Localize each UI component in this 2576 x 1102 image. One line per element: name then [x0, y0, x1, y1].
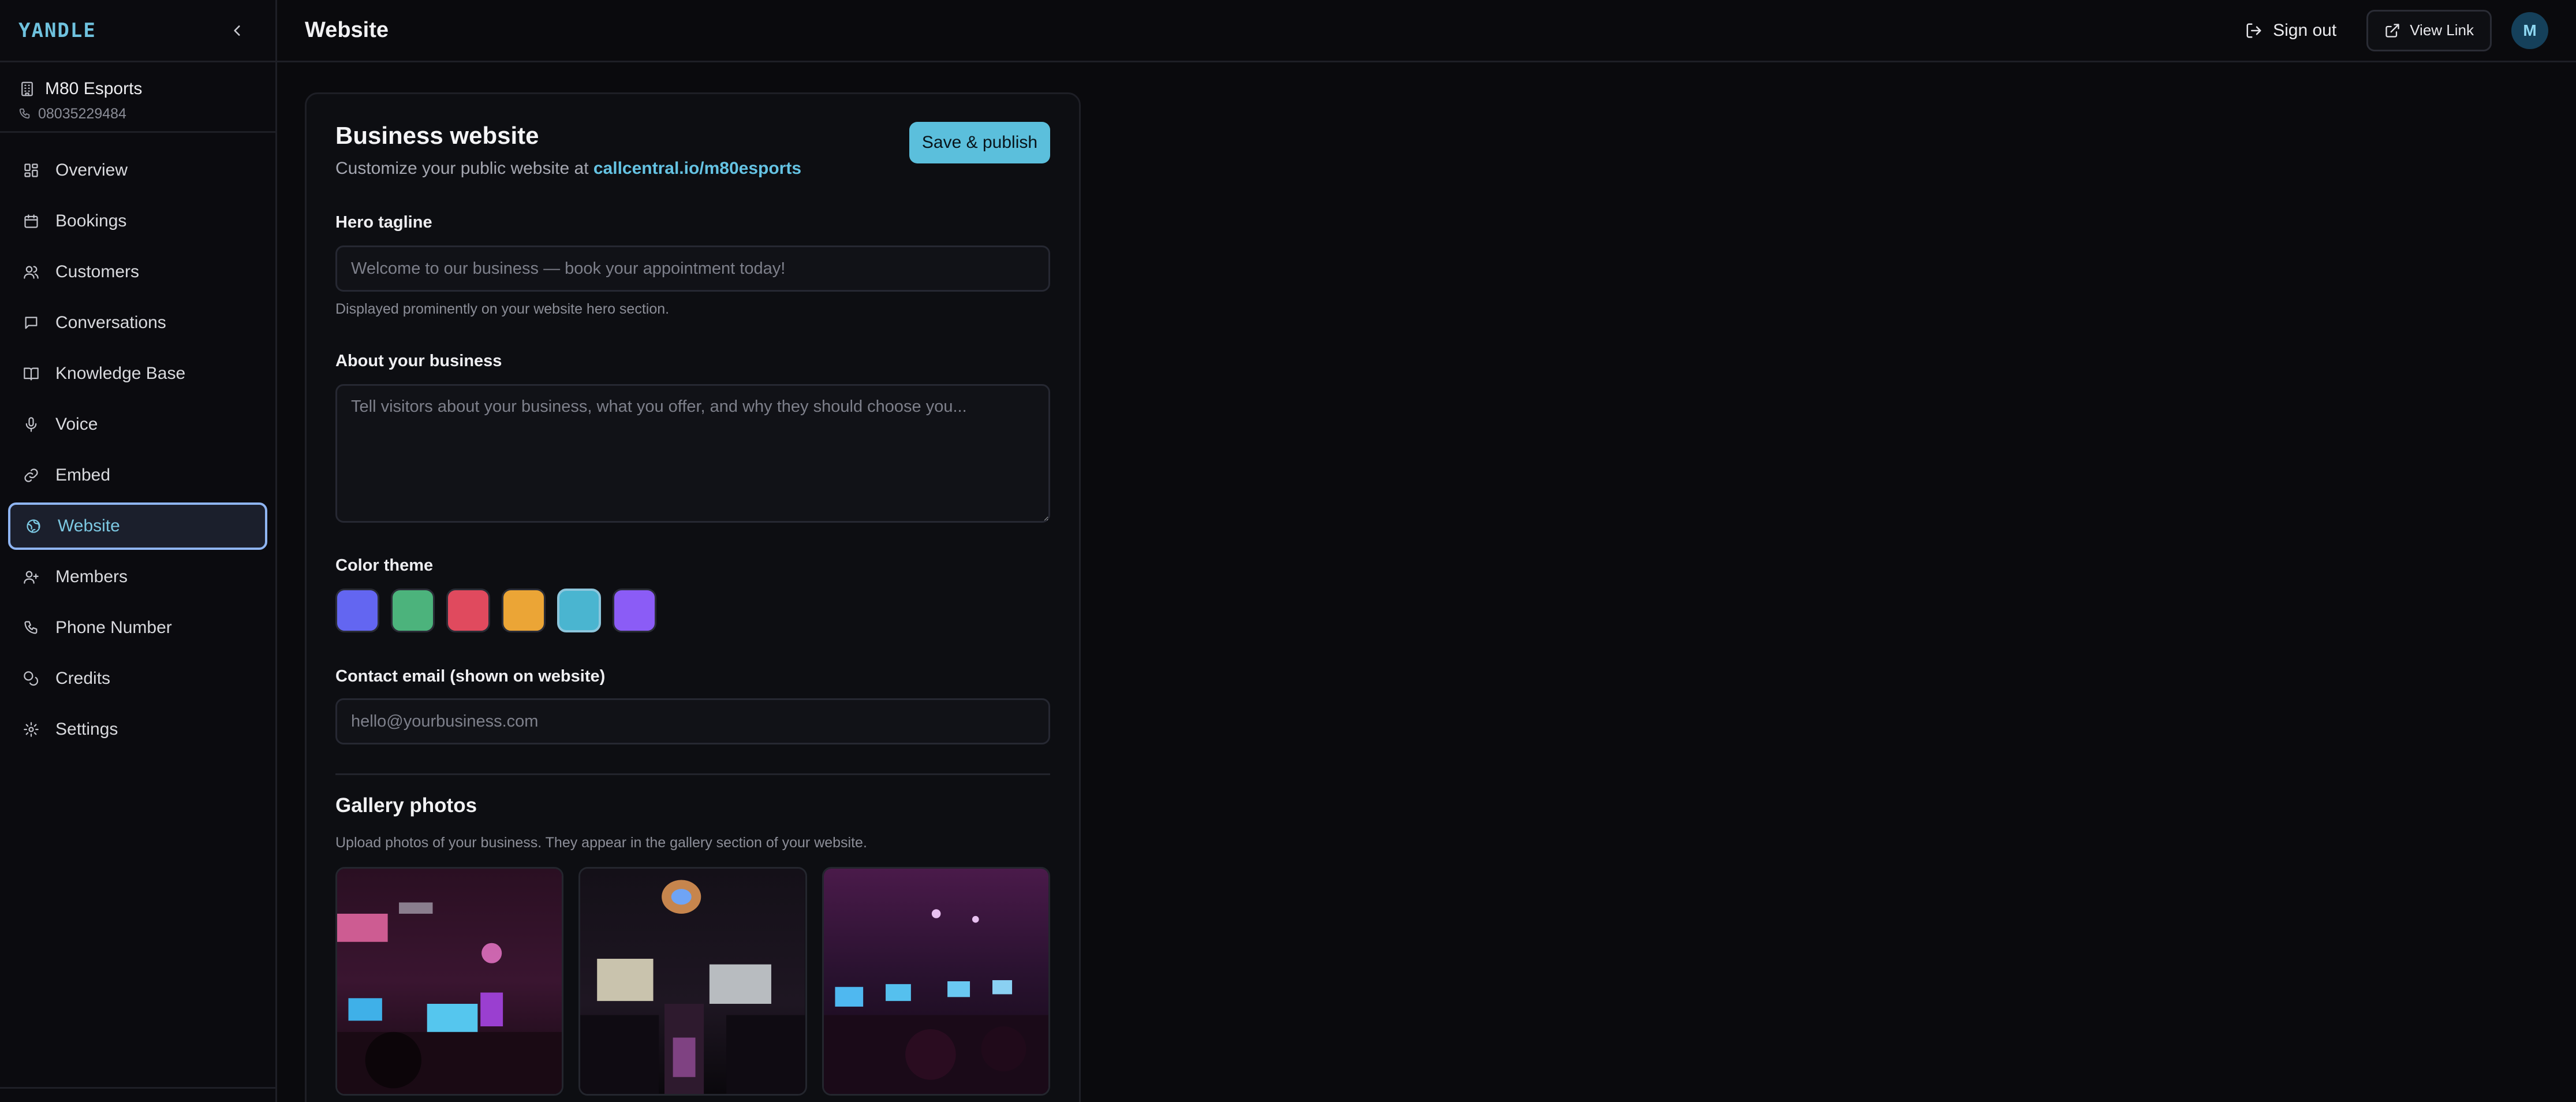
sign-out-button[interactable]: Sign out: [2235, 10, 2347, 51]
save-publish-button[interactable]: Save & publish: [909, 122, 1050, 163]
color-swatch[interactable]: [391, 589, 435, 632]
color-theme-swatches: [335, 589, 656, 632]
card-subtitle: Customize your public website at callcen…: [335, 159, 801, 178]
chat-icon: [25, 317, 38, 329]
sidebar-item-label: Customers: [55, 262, 140, 281]
chevron-left-icon: [234, 25, 240, 36]
website-url-link[interactable]: callcentral.io/m80esports: [593, 159, 801, 178]
sidebar-nav: Overview Bookings Customers Conversation…: [0, 133, 275, 753]
topbar: Website Sign out View Link M: [277, 0, 2576, 62]
sidebar-item-label: Knowledge Base: [55, 364, 186, 383]
brand-row: YANDLE: [0, 0, 275, 62]
sidebar-item-knowledge-base[interactable]: Knowledge Base: [8, 350, 267, 397]
sidebar-item-website[interactable]: Website: [8, 502, 267, 550]
hero-tagline-label: Hero tagline: [335, 213, 432, 232]
color-swatch[interactable]: [446, 589, 490, 632]
sidebar-item-credits[interactable]: Credits: [8, 655, 267, 702]
sidebar-footer: [0, 1087, 275, 1102]
color-swatch[interactable]: [613, 589, 656, 632]
link-icon: [24, 468, 38, 482]
sidebar-item-phone-number[interactable]: Phone Number: [8, 604, 267, 651]
gallery-help: Upload photos of your business. They app…: [335, 835, 867, 851]
gallery-photo[interactable]: [822, 867, 1050, 1096]
sidebar-item-label: Phone Number: [55, 618, 172, 637]
sidebar-item-customers[interactable]: Customers: [8, 248, 267, 296]
top-actions: Sign out View Link M: [2235, 9, 2548, 51]
organization-name: M80 Esports: [45, 79, 143, 98]
sidebar-item-overview[interactable]: Overview: [8, 147, 267, 194]
gaming-station-photo: [580, 869, 805, 1094]
sidebar-item-label: Credits: [55, 669, 111, 688]
book-icon: [24, 367, 39, 381]
section-divider: [335, 773, 1050, 775]
about-business-textarea[interactable]: [335, 384, 1050, 523]
phone-icon: [24, 621, 38, 634]
sidebar-item-label: Embed: [55, 466, 111, 485]
collapse-sidebar-button[interactable]: [226, 19, 249, 42]
external-link-icon: [2385, 23, 2399, 38]
users-icon: [24, 266, 39, 279]
logout-icon: [2246, 23, 2261, 38]
color-swatch[interactable]: [557, 589, 601, 632]
sidebar-item-members[interactable]: Members: [8, 553, 267, 601]
globe-icon: [27, 519, 40, 533]
about-business-label: About your business: [335, 352, 502, 370]
mic-icon: [25, 417, 37, 432]
sidebar-item-label: Overview: [55, 161, 128, 180]
gallery-photo[interactable]: [335, 867, 564, 1096]
sidebar-item-conversations[interactable]: Conversations: [8, 299, 267, 347]
sidebar-item-label: Settings: [55, 720, 118, 739]
color-swatch[interactable]: [502, 589, 546, 632]
avatar[interactable]: M: [2511, 12, 2548, 49]
business-website-card: Business website Customize your public w…: [305, 92, 1081, 1102]
building-icon: [21, 81, 33, 96]
card-subtitle-prefix: Customize your public website at: [335, 159, 589, 178]
gallery-photo[interactable]: [578, 867, 807, 1096]
sign-out-label: Sign out: [2273, 20, 2337, 40]
sidebar-item-settings[interactable]: Settings: [8, 706, 267, 753]
user-plus-icon: [24, 571, 39, 584]
color-theme-label: Color theme: [335, 556, 434, 575]
sidebar-item-label: Voice: [55, 415, 98, 434]
color-swatch[interactable]: [335, 589, 379, 632]
contact-email-input[interactable]: [335, 698, 1050, 744]
sidebar-item-label: Website: [58, 516, 120, 535]
organization-info: M80 Esports 08035229484: [0, 62, 275, 133]
view-link-label: View Link: [2410, 21, 2474, 39]
calendar-icon: [24, 214, 38, 228]
gear-icon: [24, 722, 39, 737]
sidebar-item-label: Members: [55, 567, 128, 586]
coins-icon: [24, 671, 39, 686]
sidebar-item-bookings[interactable]: Bookings: [8, 198, 267, 245]
card-title: Business website: [335, 122, 539, 149]
view-link-button[interactable]: View Link: [2366, 9, 2492, 51]
sidebar-item-label: Bookings: [55, 211, 127, 230]
gaming-room-photo: [337, 869, 562, 1094]
contact-email-label: Contact email (shown on website): [335, 667, 606, 686]
gaming-hall-photo: [823, 869, 1048, 1094]
gallery-grid: [335, 867, 1050, 1096]
hero-tagline-input[interactable]: [335, 245, 1050, 292]
phone-icon: [19, 108, 30, 119]
sidebar-item-embed[interactable]: Embed: [8, 452, 267, 499]
sidebar-item-label: Conversations: [55, 313, 166, 332]
page-title: Website: [305, 18, 389, 42]
sidebar: YANDLE M80 Esports 08035229484 Overview …: [0, 0, 277, 1102]
hero-tagline-help: Displayed prominently on your website he…: [335, 301, 670, 317]
organization-phone: 08035229484: [38, 105, 126, 122]
brand-logo: YANDLE: [18, 18, 96, 42]
sidebar-item-voice[interactable]: Voice: [8, 401, 267, 448]
gallery-title: Gallery photos: [335, 794, 477, 817]
grid-icon: [24, 163, 38, 177]
